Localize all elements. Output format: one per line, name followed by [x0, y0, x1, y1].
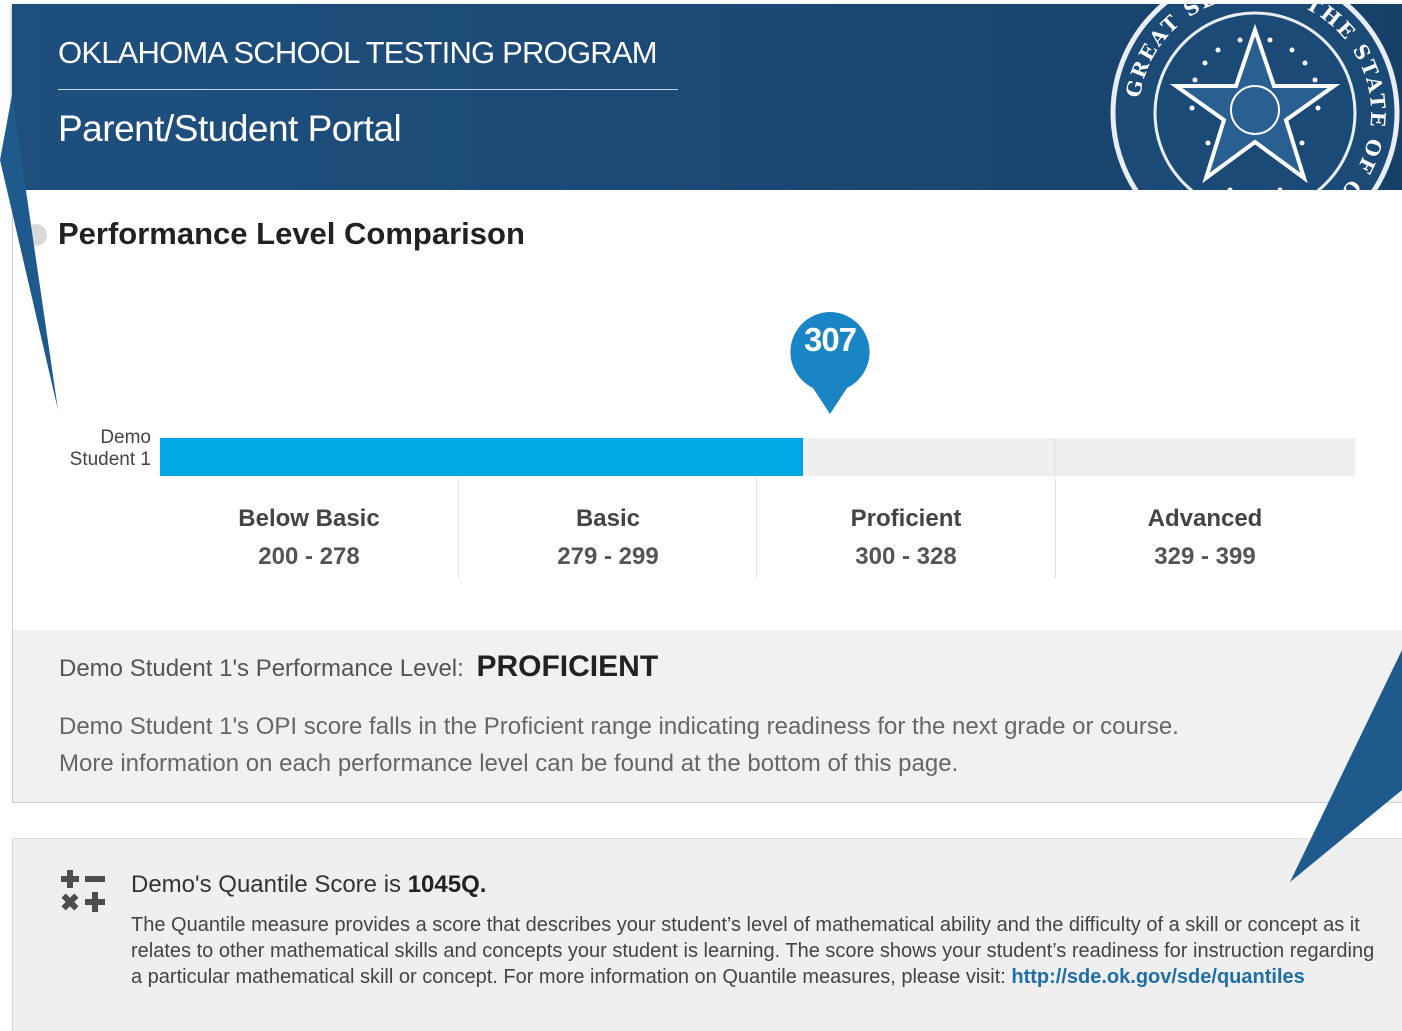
quantile-card: Demo's Quantile Score is 1045Q. The Quan… — [12, 838, 1402, 1031]
band-name: Proficient — [850, 505, 962, 532]
performance-level-label: Demo Student 1's Performance Level: — [59, 655, 464, 682]
band-below-basic: Below Basic 200 - 278 — [160, 478, 458, 578]
portal-title: Parent/Student Portal — [58, 108, 402, 149]
header-banner: OKLAHOMA SCHOOL TESTING PROGRAM Parent/S… — [12, 4, 1402, 190]
performance-level-line: Demo Student 1's Performance Level: PROF… — [59, 650, 658, 684]
band-range: 329 - 399 — [1154, 543, 1256, 570]
quantile-description: The Quantile measure provides a score th… — [131, 912, 1386, 990]
student-label-line1: Demo — [100, 427, 151, 448]
track-divider — [1054, 438, 1055, 476]
student-label: Demo Student 1 — [70, 427, 151, 471]
quantile-title-prefix: Demo's Quantile Score is — [131, 871, 408, 898]
quantile-title: Demo's Quantile Score is 1045Q. — [131, 871, 486, 899]
program-title: OKLAHOMA SCHOOL TESTING PROGRAM — [58, 35, 658, 70]
band-name: Below Basic — [238, 505, 380, 532]
student-label-line2: Student 1 — [69, 449, 151, 470]
band-basic: Basic 279 - 299 — [458, 478, 757, 578]
callout-pointer-left — [0, 95, 58, 410]
score-pin-label: 307 — [803, 321, 857, 358]
band-range: 200 - 278 — [258, 543, 360, 570]
performance-card: Performance Level Comparison 307 Demo St… — [12, 190, 1402, 803]
performance-description: Demo Student 1's OPI score falls in the … — [59, 708, 1359, 782]
score-bar — [160, 438, 803, 476]
band-range: 300 - 328 — [855, 543, 957, 570]
callout-pointer-right — [1290, 650, 1402, 882]
quantile-score: 1045Q. — [407, 871, 487, 898]
band-advanced: Advanced 329 - 399 — [1055, 478, 1354, 578]
band-name: Basic — [575, 505, 641, 532]
description-line: Demo Student 1's OPI score falls in the … — [59, 713, 1179, 740]
section-title: Performance Level Comparison — [58, 216, 525, 251]
math-operators-icon — [61, 870, 105, 912]
band-name: Advanced — [1147, 505, 1263, 532]
performance-summary: Demo Student 1's Performance Level: PROF… — [13, 630, 1402, 802]
quantiles-link[interactable]: http://sde.ok.gov/sde/quantiles — [1011, 966, 1304, 988]
performance-level-value: PROFICIENT — [476, 650, 659, 683]
state-seal-logo: GREAT SEAL OF THE STATE OF OKLAHOMA — [1110, 4, 1400, 190]
band-range: 279 - 299 — [557, 543, 659, 570]
band-proficient: Proficient 300 - 328 — [756, 478, 1055, 578]
header-divider — [58, 89, 678, 90]
description-line: More information on each performance lev… — [59, 750, 959, 777]
